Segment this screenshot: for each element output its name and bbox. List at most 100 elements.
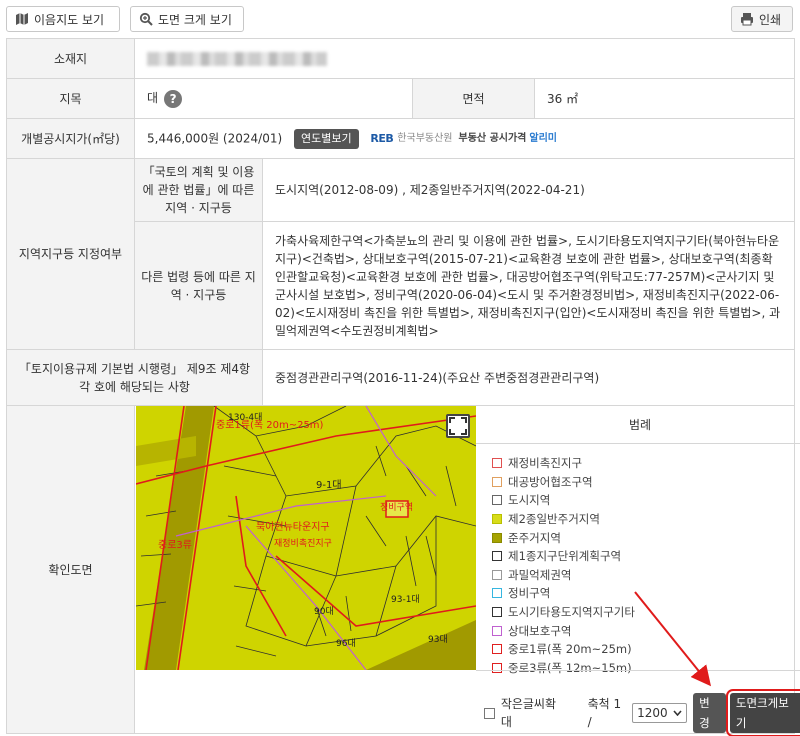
scale-label: 축척 1 / [587, 697, 622, 729]
reb-service-name: 부동산 공시가격 [458, 132, 527, 144]
legend-item-label: 준주거지역 [508, 530, 561, 545]
price-value: 5,446,000원 (2024/01) [147, 131, 283, 145]
row-enforcement: 「토지이용규제 기본법 시행령」 제9조 제4항 각 호에 해당되는 사항 중점… [6, 349, 795, 406]
mapview-cell: 130-4대 9-1대 96대 93-1대 90대 93대 중로1류(폭 20m… [134, 405, 800, 736]
reb-logo: REB [370, 131, 394, 145]
location-label: 소재지 [6, 38, 135, 79]
map-overlay-label: 북아현뉴타운지구 [256, 521, 330, 533]
row-location: 소재지 [6, 38, 795, 79]
map-parcel-label: 9-1대 [316, 479, 342, 491]
map-overlay-label: 중로1류(폭 20m~25m) [216, 419, 324, 431]
legend-item-label: 정비구역 [508, 586, 551, 601]
enforcement-label: 「토지이용규제 기본법 시행령」 제9조 제4항 각 호에 해당되는 사항 [6, 349, 263, 406]
legend-item: 제2종일반주거지역 [492, 510, 800, 529]
reb-price-alert-link[interactable]: REB 한국부동산원 부동산 공시가격 알리미 [370, 130, 557, 148]
legend-list: 재정비촉진지구대공방어협조구역도시지역제2종일반주거지역준주거지역제1종지구단위… [476, 444, 800, 677]
legend-item: 재정비촉진지구 [492, 454, 800, 473]
map-icon [16, 13, 28, 25]
row-price: 개별공시지가(㎡당) 5,446,000원 (2024/01) 연도별보기 RE… [6, 118, 795, 159]
scale-select-value: 1200 [637, 706, 668, 720]
row-jimok: 지목 대? 면적 36 ㎡ [6, 78, 795, 119]
legend-title: 범례 [476, 406, 800, 444]
legend-item-label: 제2종일반주거지역 [508, 512, 600, 527]
big-map-button[interactable]: 도면크게보기 [725, 689, 800, 736]
font-zoom-checkbox[interactable] [484, 707, 495, 719]
area-label: 면적 [412, 78, 535, 119]
font-zoom-label: 작은글씨확대 [500, 697, 557, 729]
print-button[interactable]: 인쇄 [731, 6, 793, 32]
help-icon[interactable]: ? [164, 89, 183, 108]
legend-item-label: 과밀억제권역 [508, 567, 572, 582]
scale-select[interactable]: 1200 [632, 703, 688, 723]
map-controls: 작은글씨확대 축척 1 / 1200 변경 도면크게보기 [476, 670, 800, 736]
yearly-price-button[interactable]: 연도별보기 [293, 128, 359, 149]
cadastral-map[interactable]: 130-4대 9-1대 96대 93-1대 90대 93대 중로1류(폭 20m… [136, 406, 476, 670]
legend-swatch [492, 569, 502, 580]
map-legend: 범례 재정비촉진지구대공방어협조구역도시지역제2종일반주거지역준주거지역제1종지… [476, 406, 800, 675]
legend-item-label: 대공방어협조구역 [508, 474, 593, 489]
area-value: 36 ㎡ [534, 78, 795, 119]
zoning-sub2-value: 가축사육제한구역<가축분뇨의 관리 및 이용에 관한 법률>, 도시기타용도지역… [262, 221, 795, 350]
jimok-value-cell: 대? [134, 78, 413, 119]
legend-swatch [492, 458, 502, 469]
mapview-label: 확인도면 [6, 405, 135, 734]
legend-swatch [492, 644, 502, 655]
price-label: 개별공시지가(㎡당) [6, 118, 135, 159]
reb-alert-name: 알리미 [529, 132, 557, 144]
reb-org-name: 한국부동산원 [397, 132, 453, 144]
location-value [134, 38, 795, 79]
row-mapview: 확인도면 130-4대 9-1대 96대 93-1대 90대 93대 중로1류(… [6, 405, 800, 736]
legend-item: 중로1류(폭 20m~25m) [492, 640, 800, 659]
legend-swatch [492, 532, 502, 543]
map-controls-row: 작은글씨확대 축척 1 / 1200 변경 도면크게보기 [484, 689, 800, 736]
scale-change-button[interactable]: 변경 [693, 693, 726, 733]
redacted-address [147, 52, 327, 66]
legend-item: 상대보호구역 [492, 621, 800, 640]
map-parcel-label: 93대 [428, 634, 448, 645]
legend-item: 대공방어협조구역 [492, 473, 800, 492]
map-parcel-label: 90대 [314, 606, 334, 617]
legend-item: 정비구역 [492, 584, 800, 603]
legend-swatch [492, 625, 502, 636]
legend-item-label: 상대보호구역 [508, 623, 572, 638]
landuse-map-button[interactable]: 이음지도 보기 [6, 6, 120, 32]
landuse-map-label: 이음지도 보기 [34, 12, 105, 27]
map-fullscreen-icon[interactable] [446, 414, 470, 438]
row-zoning-national: 지역지구등 지정여부 「국토의 계획 및 이용에 관한 법률」에 따른 지역 ·… [6, 158, 795, 350]
legend-item: 과밀억제권역 [492, 566, 800, 585]
legend-item: 준주거지역 [492, 528, 800, 547]
map-parcel-label: 96대 [336, 638, 356, 649]
legend-swatch [492, 495, 502, 506]
zoning-sub2-label: 다른 법령 등에 따른 지역 · 지구등 [134, 221, 263, 350]
legend-item-label: 중로1류(폭 20m~25m) [508, 642, 632, 657]
map-overlay-label: 중로3류 [158, 539, 192, 551]
legend-item: 제1종지구단위계획구역 [492, 547, 800, 566]
chevron-down-icon [673, 710, 682, 716]
magnifier-icon [139, 12, 153, 26]
jimok-value: 대 [147, 91, 159, 106]
legend-item: 도시기타용도지역지구기타 [492, 603, 800, 622]
legend-swatch [492, 551, 502, 562]
zoning-sub1-label: 「국토의 계획 및 이용에 관한 법률」에 따른 지역 · 지구등 [134, 158, 263, 222]
enforcement-value: 중점경관관리구역(2016-11-24)(주요산 주변중점경관관리구역) [262, 349, 795, 406]
map-overlay-label: 재정비촉진지구 [274, 538, 332, 549]
zoning-sub1-value: 도시지역(2012-08-09) , 제2종일반주거지역(2022-04-21) [262, 158, 795, 222]
legend-swatch [492, 588, 502, 599]
legend-item: 도시지역 [492, 491, 800, 510]
legend-item-label: 도시기타용도지역지구기타 [508, 605, 635, 620]
toolbar: 이음지도 보기 도면 크게 보기 인쇄 [0, 0, 800, 36]
land-info-table: 소재지 지목 대? 면적 36 ㎡ 개별공시지가(㎡당) 5,446,000원 … [6, 38, 800, 736]
cadastral-map-drawing: 130-4대 9-1대 96대 93-1대 90대 93대 중로1류(폭 20m… [136, 406, 476, 670]
map-parcel-label: 93-1대 [391, 594, 420, 605]
legend-item-label: 도시지역 [508, 493, 551, 508]
map-overlay-label: 정비구역 [380, 502, 413, 513]
legend-swatch [492, 514, 502, 525]
jimok-label: 지목 [6, 78, 135, 119]
price-value-cell: 5,446,000원 (2024/01) 연도별보기 REB 한국부동산원 부동… [134, 118, 795, 159]
zoom-map-label: 도면 크게 보기 [158, 12, 232, 27]
zoning-label: 지역지구등 지정여부 [6, 158, 135, 350]
zoom-map-button[interactable]: 도면 크게 보기 [130, 6, 244, 32]
print-label: 인쇄 [759, 12, 782, 27]
legend-item-label: 재정비촉진지구 [508, 456, 583, 471]
printer-icon [741, 13, 753, 26]
